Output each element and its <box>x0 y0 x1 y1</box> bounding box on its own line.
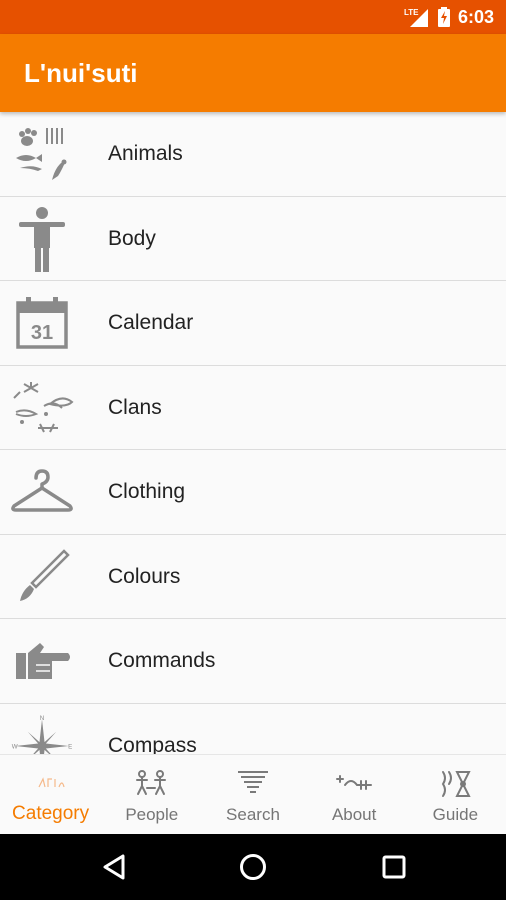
nav-guide-label: Guide <box>432 805 479 824</box>
back-triangle-icon <box>103 854 125 880</box>
nav-category[interactable]: Category <box>0 755 101 835</box>
list-item-label: Clothing <box>108 480 186 503</box>
category-nav-icon <box>0 767 101 799</box>
people-nav-icon <box>101 767 202 799</box>
list-item-animals[interactable]: Animals <box>0 112 506 197</box>
home-circle-icon <box>240 854 266 880</box>
nav-search-label: Search <box>226 805 280 824</box>
nav-people-label: People <box>125 805 179 824</box>
search-nav-icon <box>202 767 303 799</box>
nav-people[interactable]: People <box>101 755 202 835</box>
clans-icon <box>10 374 74 442</box>
paintbrush-icon <box>10 543 74 611</box>
bottom-navigation: Category People Search About Guide <box>0 754 506 834</box>
list-item-compass[interactable]: N W E Compass <box>0 704 506 755</box>
lte-signal-icon: LTE <box>404 8 428 27</box>
clock: 6:03 <box>457 6 494 27</box>
list-item-body[interactable]: Body <box>0 197 506 281</box>
svg-text:N: N <box>40 715 45 722</box>
recents-square-icon <box>382 855 406 879</box>
list-item-commands[interactable]: Commands <box>0 619 506 704</box>
list-item-label: Animals <box>108 142 183 165</box>
svg-text:LTE: LTE <box>404 8 419 17</box>
list-item-label: Compass <box>108 733 197 755</box>
list-item-label: Commands <box>108 649 216 672</box>
guide-nav-icon <box>405 767 506 799</box>
back-button[interactable] <box>94 847 134 887</box>
svg-text:31: 31 <box>31 322 53 344</box>
compass-icon: N W E <box>10 712 74 754</box>
list-item-clothing[interactable]: Clothing <box>0 450 506 535</box>
list-item-clans[interactable]: Clans <box>0 366 506 450</box>
about-nav-icon <box>304 767 405 799</box>
pointing-hand-icon <box>10 627 74 695</box>
battery-charging-icon <box>437 7 450 27</box>
body-icon <box>10 205 74 273</box>
list-item-colours[interactable]: Colours <box>0 535 506 619</box>
nav-about[interactable]: About <box>304 755 405 835</box>
nav-guide[interactable]: Guide <box>405 755 506 835</box>
app-title: L'nui'suti <box>24 58 138 88</box>
home-button[interactable] <box>233 847 273 887</box>
animals-icon <box>10 120 74 188</box>
list-item-label: Clans <box>108 395 162 419</box>
svg-text:W: W <box>12 743 18 750</box>
status-bar: LTE 6:03 <box>0 0 506 34</box>
list-item-label: Body <box>108 226 156 250</box>
nav-about-label: About <box>331 805 377 824</box>
nav-category-label: Category <box>12 803 90 824</box>
nav-search[interactable]: Search <box>202 755 303 835</box>
app-bar: L'nui'suti <box>0 34 506 112</box>
status-icons: LTE 6:03 <box>404 6 494 28</box>
hanger-icon <box>10 458 74 526</box>
list-item-label: Colours <box>108 564 181 588</box>
list-item-calendar[interactable]: 31 Calendar <box>0 281 506 366</box>
calendar-icon: 31 <box>10 289 74 357</box>
list-item-label: Calendar <box>108 311 194 334</box>
svg-text:E: E <box>68 743 72 750</box>
recents-button[interactable] <box>374 847 414 887</box>
category-list[interactable]: Animals Body 31 Calendar Clans Clothing … <box>0 112 506 754</box>
system-navigation-bar <box>0 834 506 900</box>
